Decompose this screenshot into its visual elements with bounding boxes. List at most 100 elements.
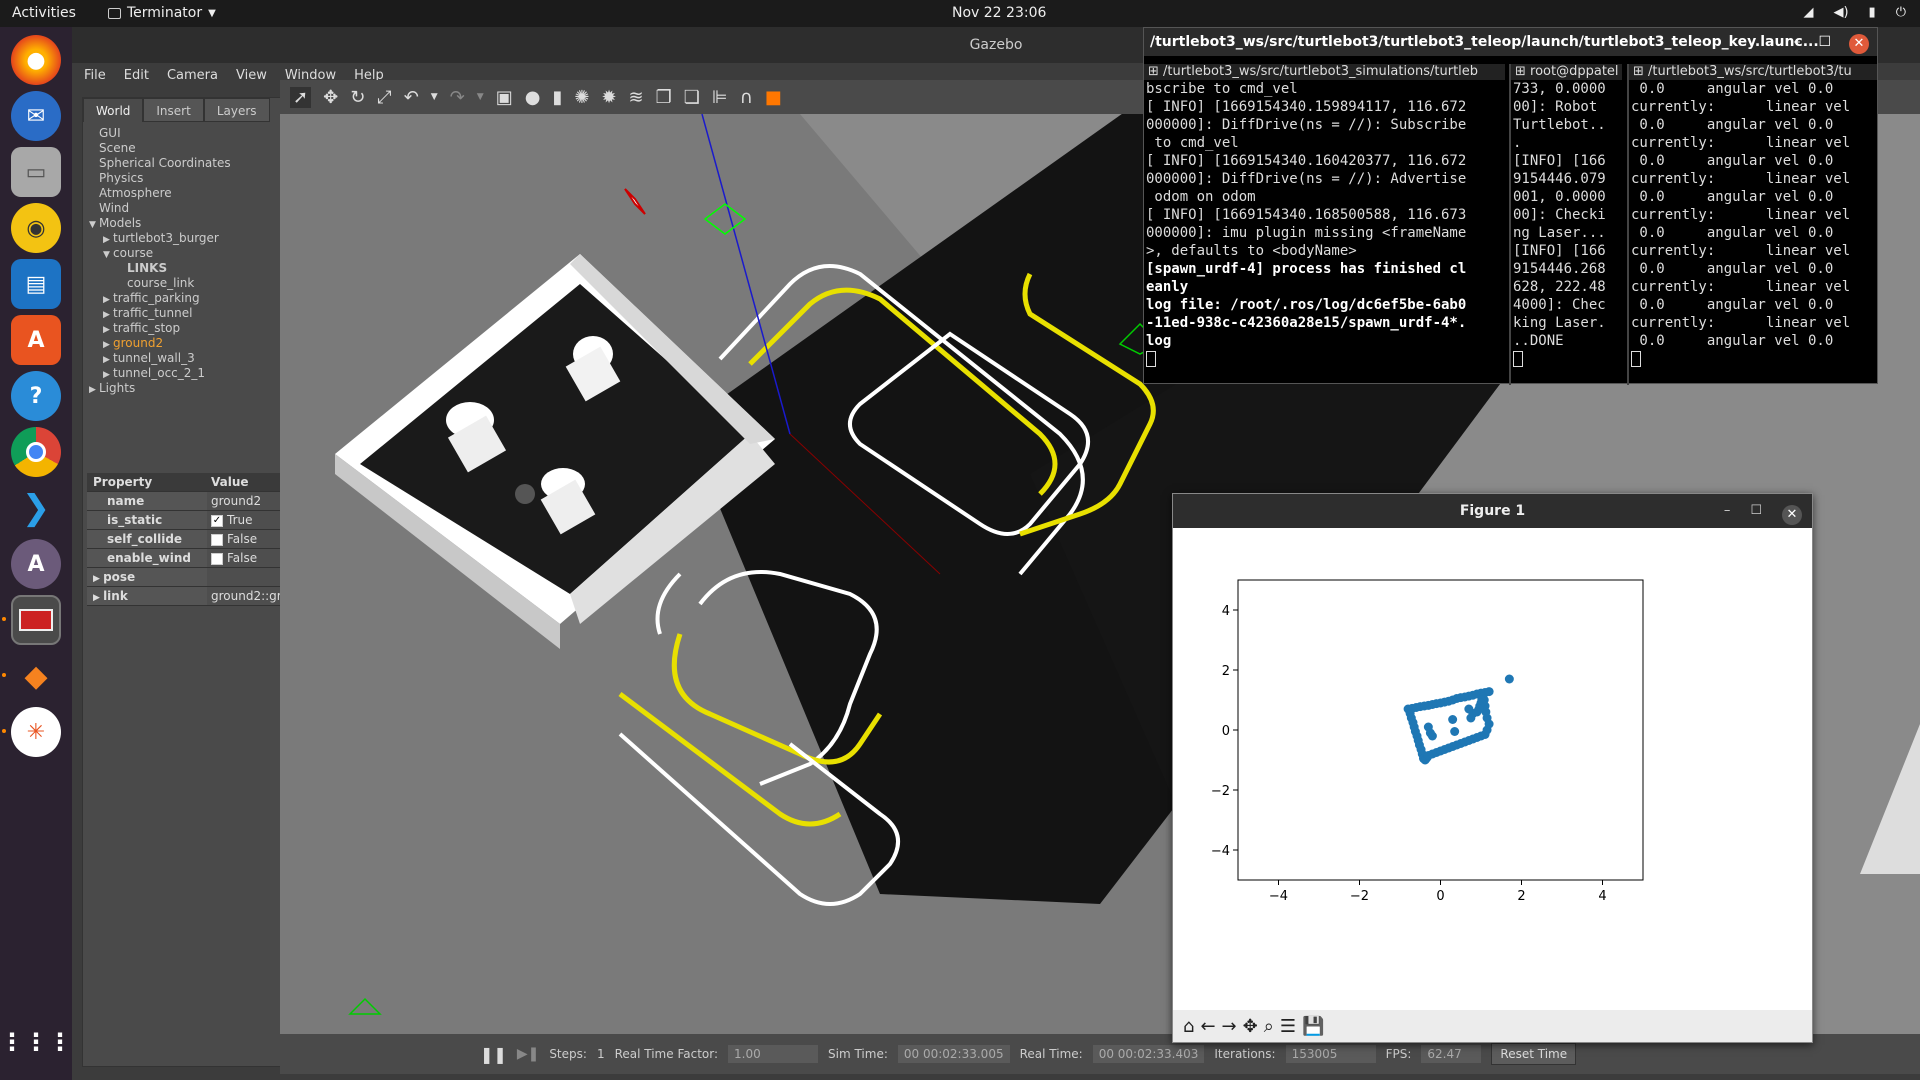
software-icon[interactable]: A [11, 315, 61, 365]
home-icon[interactable]: ⌂ [1183, 1016, 1194, 1037]
minimize-icon[interactable]: – [1724, 494, 1731, 528]
menu-view[interactable]: View [236, 63, 267, 89]
forward-icon[interactable]: → [1222, 1016, 1237, 1037]
window-controls: – ☐ ✕ [1793, 28, 1869, 56]
maximize-icon[interactable]: ☐ [1818, 28, 1831, 56]
activities-button[interactable]: Activities [12, 5, 76, 21]
undo-icon[interactable]: ↶ [404, 87, 419, 108]
steps-value[interactable]: 1 [597, 1047, 605, 1061]
close-icon[interactable]: ✕ [1849, 34, 1869, 54]
minimize-icon[interactable]: – [1793, 28, 1800, 56]
writer-icon[interactable]: ▤ [11, 259, 61, 309]
configure-icon[interactable]: ☰ [1280, 1016, 1296, 1037]
terminal-line: 000000]: imu plugin missing <frameName [1146, 225, 1467, 241]
back-icon[interactable]: ← [1200, 1016, 1215, 1037]
tab-layers[interactable]: Layers [203, 98, 270, 122]
vscode-icon[interactable]: ❯ [11, 483, 61, 533]
fps-label: FPS: [1385, 1047, 1412, 1061]
terminal-line: currently: linear vel [1631, 171, 1851, 187]
pause-icon[interactable]: ❚❚ [480, 1045, 507, 1064]
thunderbird-icon[interactable]: ✉ [11, 91, 61, 141]
x-tick-label: 4 [1598, 889, 1606, 904]
chevron-down-icon[interactable]: ▼ [103, 248, 113, 263]
battery-icon: ▮ [1868, 5, 1876, 20]
maximize-icon[interactable]: ☐ [1750, 494, 1762, 528]
directional-light-icon[interactable]: ≋ [629, 87, 644, 108]
close-icon[interactable]: ✕ [1782, 504, 1802, 525]
point-light-icon[interactable]: ✺ [574, 87, 589, 108]
terminal-line: 0.0 angular vel 0.0 [1631, 153, 1834, 169]
paste-icon[interactable]: ❏ [684, 87, 700, 108]
tree-item-label: traffic_tunnel [113, 306, 193, 320]
system-tray[interactable]: ◢ ◀) ▮ ⏻ [1803, 5, 1906, 20]
screenshot-icon[interactable]: ■ [765, 87, 782, 108]
tab-world[interactable]: World [83, 98, 144, 122]
app-center-icon[interactable]: A [11, 539, 61, 589]
terminator-icon[interactable] [11, 595, 61, 645]
chrome-icon[interactable] [11, 427, 61, 477]
terminal-line: 0.0 angular vel 0.0 [1631, 333, 1834, 349]
gazebo-icon[interactable]: ✳ [11, 707, 61, 757]
chevron-right-icon[interactable]: ▶ [93, 593, 103, 603]
checkbox[interactable] [211, 533, 223, 546]
sim-time-label: Sim Time: [828, 1047, 888, 1061]
checkbox[interactable]: ✓ [211, 514, 223, 527]
chevron-right-icon[interactable]: ▶ [89, 383, 99, 398]
iterations-value: 153005 [1285, 1045, 1376, 1063]
translate-mode-icon[interactable]: ✥ [323, 87, 338, 108]
cylinder-shape-icon[interactable]: ▮ [552, 87, 562, 108]
property-key-label: pose [103, 570, 136, 584]
tree-item-label: Spherical Coordinates [99, 156, 231, 170]
box-shape-icon[interactable]: ▣ [496, 87, 513, 108]
snap-icon[interactable]: ∩ [740, 87, 753, 108]
property-key: name [87, 492, 207, 510]
clock[interactable]: Nov 22 23:06 [952, 5, 1046, 21]
spot-light-icon[interactable]: ✹ [601, 87, 616, 108]
align-icon[interactable]: ⊫ [712, 87, 728, 108]
x-tick-label: 2 [1517, 889, 1525, 904]
pan-icon[interactable]: ✥ [1243, 1016, 1258, 1037]
rotate-mode-icon[interactable]: ↻ [350, 87, 365, 108]
terminal-pane-2[interactable]: ⊞ root@dppatel 733, 0.0000 00]: Robot Tu… [1509, 64, 1622, 385]
menu-file[interactable]: File [84, 63, 106, 89]
chevron-down-icon[interactable]: ▼ [89, 218, 99, 233]
save-icon[interactable]: 💾 [1302, 1016, 1324, 1037]
pane-header: ⊞ /turtlebot3_ws/src/turtlebot3/tu [1629, 64, 1877, 80]
terminal-pane-1[interactable]: ⊞ /turtlebot3_ws/src/turtlebot3_simulati… [1144, 64, 1505, 385]
property-key-label: link [103, 589, 128, 603]
chevron-right-icon[interactable]: ▶ [93, 574, 103, 584]
app-menu[interactable]: Terminator ▼ [108, 5, 216, 21]
terminal-line: bscribe to cmd_vel [1146, 81, 1298, 97]
files-icon[interactable]: ▭ [11, 147, 61, 197]
menu-edit[interactable]: Edit [124, 63, 149, 89]
terminal-line: currently: linear vel [1631, 243, 1851, 259]
terminal-line: 0.0 angular vel 0.0 [1631, 117, 1834, 133]
figure-toolbar: ⌂ ← → ✥ ⌕ ☰ 💾 [1173, 1010, 1812, 1042]
property-key: self_collide [87, 530, 207, 548]
terminal-line: 000000]: DiffDrive(ns = //): Advertise [1146, 171, 1467, 187]
checkbox[interactable] [211, 552, 223, 565]
rhythmbox-icon[interactable]: ◉ [11, 203, 61, 253]
sphere-shape-icon[interactable]: ● [525, 87, 541, 108]
terminal-pane-3[interactable]: ⊞ /turtlebot3_ws/src/turtlebot3/tu 0.0 a… [1627, 64, 1877, 385]
step-icon[interactable]: ▶❚ [517, 1046, 540, 1062]
zoom-icon[interactable]: ⌕ [1264, 1016, 1274, 1037]
scale-mode-icon[interactable]: ⤢ [377, 87, 391, 108]
copy-icon[interactable]: ❐ [656, 87, 672, 108]
redo-icon[interactable]: ↷ [450, 87, 465, 108]
help-icon[interactable]: ? [11, 371, 61, 421]
chevron-down-icon[interactable]: ▼ [477, 92, 484, 102]
select-mode-icon[interactable]: ➚ [290, 86, 312, 108]
sublime-icon[interactable]: ◆ [11, 651, 61, 701]
real-time-label: Real Time: [1019, 1047, 1083, 1061]
firefox-icon[interactable]: ● [11, 35, 61, 85]
tree-item-label: Scene [99, 141, 136, 155]
pane-title: /turtlebot3_ws/src/turtlebot3_simulation… [1163, 64, 1479, 79]
menu-camera[interactable]: Camera [167, 63, 218, 89]
tab-insert[interactable]: Insert [143, 98, 204, 122]
terminal-line: ..DONE [1513, 333, 1564, 349]
plot-area [1237, 579, 1644, 881]
show-apps-icon[interactable]: ⋮⋮⋮ [0, 1017, 72, 1067]
chevron-down-icon[interactable]: ▼ [431, 92, 438, 102]
reset-time-button[interactable]: Reset Time [1491, 1043, 1577, 1065]
